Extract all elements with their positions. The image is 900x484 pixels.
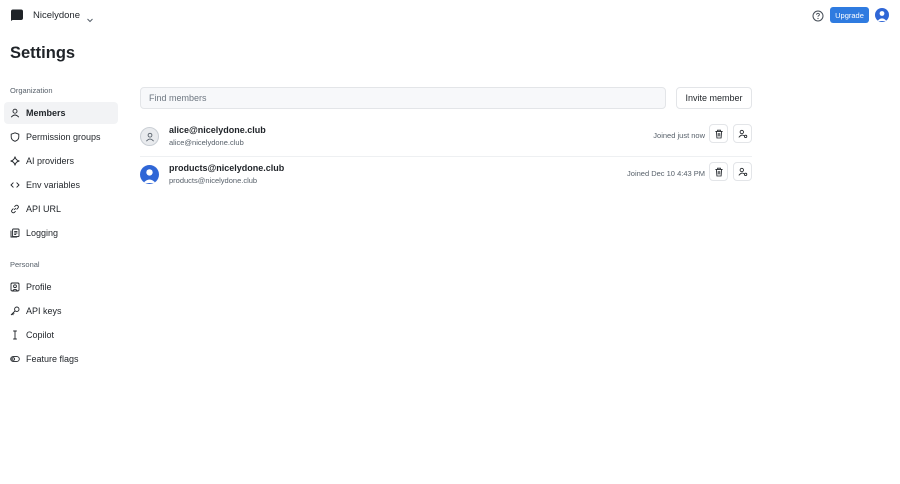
member-row: products@nicelydone.club products@nicely… — [140, 158, 752, 195]
sidebar-item-permission-groups[interactable]: Permission groups — [4, 126, 118, 148]
code-icon — [10, 180, 20, 190]
top-bar: Nicelydone Upgrade — [0, 0, 900, 30]
member-role-button[interactable] — [733, 124, 752, 143]
delete-member-button[interactable] — [709, 124, 728, 143]
sidebar-item-label: AI providers — [26, 156, 75, 166]
link-icon — [10, 204, 20, 214]
sidebar-item-members[interactable]: Members — [4, 102, 118, 124]
default-user-icon — [140, 127, 159, 146]
page-title: Settings — [10, 44, 76, 62]
chat-bubble-logo-icon[interactable] — [10, 8, 24, 22]
sidebar-item-label: Permission groups — [26, 132, 101, 142]
sidebar-item-label: Profile — [26, 282, 52, 292]
sidebar-item-ai-providers[interactable]: AI providers — [4, 150, 118, 172]
shield-icon — [10, 132, 20, 142]
member-joined: Joined just now — [653, 131, 705, 140]
help-circle-icon[interactable] — [812, 9, 824, 22]
member-email: alice@nicelydone.club — [169, 138, 244, 147]
sidebar-item-logging[interactable]: Logging — [4, 222, 118, 244]
member-name: alice@nicelydone.club — [169, 125, 266, 135]
find-members-input[interactable] — [140, 87, 666, 109]
invite-member-button[interactable]: Invite member — [676, 87, 752, 109]
chevron-down-icon — [86, 11, 94, 23]
sidebar-item-label: Copilot — [26, 330, 55, 340]
blue-user-avatar — [140, 165, 159, 184]
sidebar-item-api-url[interactable]: API URL — [4, 198, 118, 220]
member-name: products@nicelydone.club — [169, 163, 285, 173]
key-icon — [10, 306, 20, 316]
org-switcher[interactable]: Nicelydone — [33, 8, 94, 23]
section-label-personal: Personal — [10, 260, 40, 269]
sparkle-icon — [10, 156, 20, 166]
sidebar-item-label: Members — [26, 108, 66, 118]
trash-icon — [714, 129, 724, 139]
sidebar-item-copilot[interactable]: Copilot — [4, 324, 118, 346]
user-settings-icon — [737, 129, 748, 139]
member-email: products@nicelydone.club — [169, 176, 258, 185]
trash-icon — [714, 167, 724, 177]
sidebar-item-label: API keys — [26, 306, 62, 316]
user-icon — [10, 108, 20, 118]
sidebar-item-env-variables[interactable]: Env variables — [4, 174, 118, 196]
user-settings-icon — [737, 167, 748, 177]
sidebar-item-label: Env variables — [26, 180, 81, 190]
sidebar-item-feature-flags[interactable]: Feature flags — [4, 348, 118, 370]
delete-member-button[interactable] — [709, 162, 728, 181]
member-role-button[interactable] — [733, 162, 752, 181]
sidebar-item-label: Logging — [26, 228, 59, 238]
sidebar-item-profile[interactable]: Profile — [4, 276, 118, 298]
member-joined: Joined Dec 10 4:43 PM — [627, 169, 705, 178]
org-name: Nicelydone — [33, 9, 80, 21]
member-row: alice@nicelydone.club alice@nicelydone.c… — [140, 120, 752, 157]
toggle-icon — [10, 354, 20, 364]
upgrade-button[interactable]: Upgrade — [830, 7, 869, 23]
sidebar-item-label: API URL — [26, 204, 62, 214]
text-cursor-icon — [10, 330, 20, 340]
log-icon — [10, 228, 20, 238]
sidebar-item-api-keys[interactable]: API keys — [4, 300, 118, 322]
user-avatar[interactable] — [875, 8, 889, 22]
sidebar-item-label: Feature flags — [26, 354, 79, 364]
settings-sidebar: Organization Members Permission groups A… — [4, 84, 118, 370]
profile-icon — [10, 282, 20, 292]
section-label-organization: Organization — [10, 86, 53, 95]
